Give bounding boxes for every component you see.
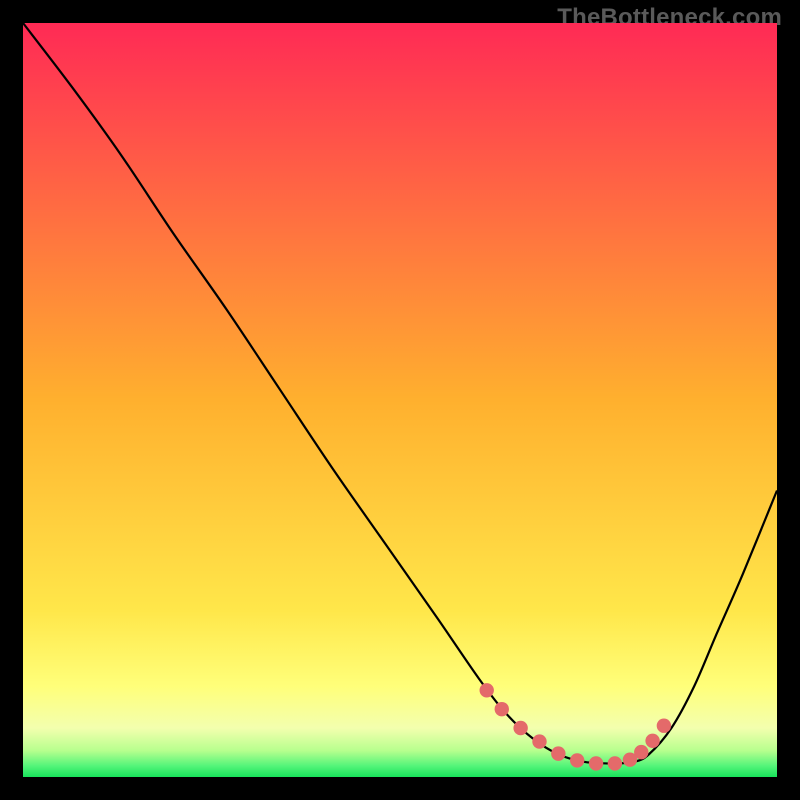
marker-dot (634, 745, 648, 759)
marker-dot (551, 746, 565, 760)
marker-dot (570, 753, 584, 767)
plot-svg (23, 23, 777, 777)
plot-area (23, 23, 777, 777)
marker-dot (608, 756, 622, 770)
marker-dot (657, 719, 671, 733)
chart-frame: TheBottleneck.com (0, 0, 800, 800)
marker-dot (589, 756, 603, 770)
marker-dot (495, 702, 509, 716)
marker-dot (645, 734, 659, 748)
gradient-background (23, 23, 777, 777)
marker-dot (532, 734, 546, 748)
marker-dot (513, 721, 527, 735)
marker-dot (480, 683, 494, 697)
